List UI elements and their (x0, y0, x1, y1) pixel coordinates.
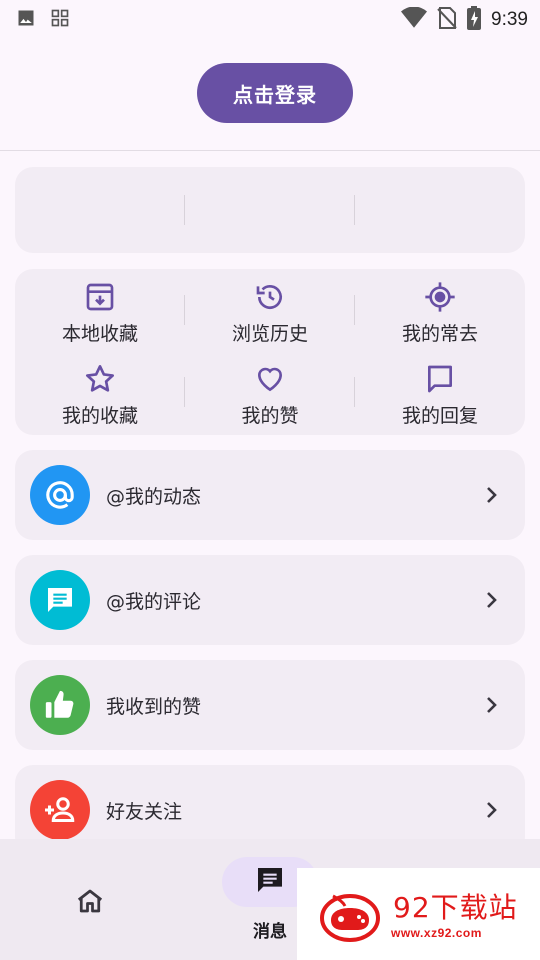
grid-item-label: 我的收藏 (61, 405, 138, 427)
message-icon (254, 864, 286, 900)
grid-item-label: 我的回复 (401, 405, 478, 427)
home-icon (75, 886, 105, 920)
login-button[interactable]: 点击登录 (197, 63, 353, 123)
watermark: 92下载站 www.xz92.com (297, 868, 540, 960)
grid-item-history[interactable]: 浏览历史 (185, 281, 355, 347)
divider (354, 195, 355, 225)
divider (0, 150, 540, 151)
status-time: 9:39 (491, 9, 528, 30)
apps-icon (50, 8, 70, 32)
grid-item-label: 我的赞 (241, 405, 299, 427)
image-icon (16, 8, 36, 32)
grid-item-local-favorites[interactable]: 本地收藏 (15, 281, 185, 347)
grid-item-label: 我的常去 (401, 323, 478, 345)
no-sim-icon (437, 7, 457, 33)
wifi-icon (401, 6, 428, 33)
watermark-url: www.xz92.com (391, 926, 482, 940)
comment-icon (30, 570, 90, 630)
status-bar: 9:39 (0, 0, 540, 36)
row-mentions[interactable]: @我的动态 (15, 450, 525, 540)
history-icon (254, 281, 286, 317)
row-comments[interactable]: @我的评论 (15, 555, 525, 645)
heart-icon (254, 363, 286, 399)
grid-item-label: 浏览历史 (231, 323, 308, 345)
quick-grid: 本地收藏 浏览历史 我的常去 我的收藏 我的赞 我的回复 (15, 269, 525, 435)
thumb-up-icon (30, 675, 90, 735)
grid-item-my-likes[interactable]: 我的赞 (185, 363, 355, 429)
row-label: @我的动态 (106, 485, 202, 508)
grid-item-label: 本地收藏 (61, 323, 138, 345)
watermark-logo-icon (319, 890, 381, 942)
location-target-icon (424, 281, 456, 317)
archive-download-icon (84, 281, 116, 317)
divider (184, 295, 185, 325)
divider (354, 377, 355, 407)
divider (184, 377, 185, 407)
grid-item-my-favorites[interactable]: 我的收藏 (15, 363, 185, 429)
divider (354, 295, 355, 325)
watermark-title: 92下载站 (393, 891, 518, 924)
chevron-right-icon (479, 483, 503, 507)
divider (184, 195, 185, 225)
star-icon (84, 363, 116, 399)
chevron-right-icon (479, 693, 503, 717)
at-icon (30, 465, 90, 525)
battery-charging-icon (467, 6, 482, 34)
chat-bubble-icon (424, 363, 456, 399)
row-likes-received[interactable]: 我收到的赞 (15, 660, 525, 750)
nav-home[interactable] (70, 883, 110, 923)
row-label: 好友关注 (106, 800, 183, 823)
stats-card (15, 167, 525, 253)
chevron-right-icon (479, 798, 503, 822)
person-add-icon (30, 780, 90, 840)
grid-item-my-replies[interactable]: 我的回复 (355, 363, 525, 429)
row-label: @我的评论 (106, 590, 202, 613)
grid-item-frequent[interactable]: 我的常去 (355, 281, 525, 347)
login-area: 点击登录 (0, 36, 540, 150)
row-label: 我收到的赞 (106, 695, 202, 718)
chevron-right-icon (479, 588, 503, 612)
